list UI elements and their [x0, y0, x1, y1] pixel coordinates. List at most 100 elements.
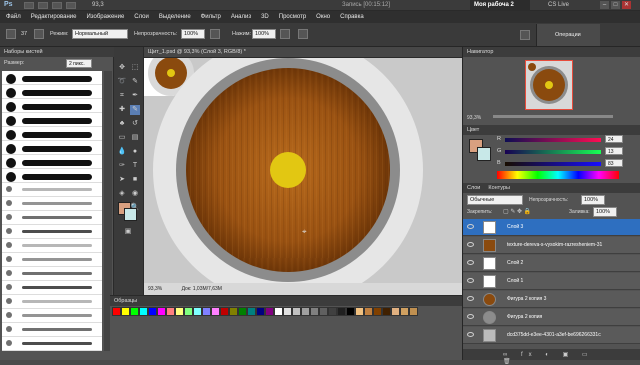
layer-row[interactable]: Фигура 2 копия	[463, 309, 640, 326]
status-zoom[interactable]: 93,3%	[148, 286, 162, 292]
navigator-title[interactable]: Навигатор	[463, 47, 640, 57]
visibility-eye-icon[interactable]	[467, 296, 474, 301]
operations-panel-button[interactable]: Операции	[536, 24, 600, 46]
brush-size-field[interactable]: 2 пикс.	[66, 59, 92, 68]
color-swatch[interactable]	[139, 307, 148, 316]
layer-name[interactable]: Фигура 2 копия 3	[507, 296, 546, 302]
eraser-tool-icon[interactable]: ▭	[117, 133, 127, 143]
layer-name[interactable]: Слой 2	[507, 260, 523, 266]
navigator-zoom-slider[interactable]	[493, 115, 613, 118]
menu-file[interactable]: Файл	[6, 14, 21, 20]
color-swatch[interactable]	[130, 307, 139, 316]
workspace-switcher[interactable]: Моя рабоча 2	[470, 0, 530, 11]
tab-layers[interactable]: Слои	[467, 185, 480, 191]
color-swatch[interactable]	[238, 307, 247, 316]
color-swatch[interactable]	[337, 307, 346, 316]
color-swatch[interactable]	[346, 307, 355, 316]
clone-stamp-icon[interactable]: ♣	[117, 119, 127, 129]
menu-layers[interactable]: Слои	[134, 14, 149, 20]
brush-preset-row[interactable]	[2, 71, 102, 85]
marquee-tool-icon[interactable]: ⬚	[130, 63, 140, 73]
color-swatch[interactable]	[211, 307, 220, 316]
layer-name[interactable]: Слой 3	[507, 224, 523, 230]
brush-preset-row[interactable]	[2, 309, 102, 323]
grid-icon[interactable]	[52, 2, 62, 9]
color-swatch[interactable]	[184, 307, 193, 316]
color-b-slider[interactable]	[505, 162, 601, 166]
color-swatch[interactable]	[247, 307, 256, 316]
brush-tool-icon[interactable]: ✎	[130, 105, 140, 115]
color-spectrum-bar[interactable]	[497, 171, 619, 179]
color-r-value[interactable]: 24	[605, 135, 623, 143]
brush-preset-icon[interactable]	[6, 29, 16, 39]
brush-preset-row[interactable]	[2, 127, 102, 141]
cs-live-button[interactable]: CS Live	[548, 2, 569, 8]
blur-tool-icon[interactable]: 💧	[117, 147, 127, 157]
color-swatch[interactable]	[229, 307, 238, 316]
brush-list[interactable]	[2, 71, 102, 351]
brush-preset-row[interactable]	[2, 113, 102, 127]
quick-select-icon[interactable]: ✎	[130, 77, 140, 87]
brush-preset-row[interactable]	[2, 99, 102, 113]
visibility-eye-icon[interactable]	[467, 224, 474, 229]
color-swatch[interactable]	[355, 307, 364, 316]
brush-preset-row[interactable]	[2, 239, 102, 253]
close-button[interactable]: ✕	[622, 1, 631, 9]
brush-preset-row[interactable]	[2, 323, 102, 337]
menu-edit[interactable]: Редактирование	[31, 14, 77, 20]
color-swatch[interactable]	[382, 307, 391, 316]
move-tool-icon[interactable]: ✥	[117, 63, 127, 73]
eyedropper-icon[interactable]: ✒	[130, 91, 140, 101]
menu-window[interactable]: Окно	[316, 14, 330, 20]
visibility-eye-icon[interactable]	[467, 314, 474, 319]
minimize-button[interactable]: –	[600, 1, 609, 9]
3d-rotate-icon[interactable]: ◈	[117, 189, 127, 199]
zoom-level[interactable]: 93,3	[92, 2, 104, 8]
brush-preset-row[interactable]	[2, 155, 102, 169]
airbrush-icon[interactable]	[280, 29, 290, 39]
color-swatch[interactable]	[256, 307, 265, 316]
layer-name[interactable]: Фигура 2 копия	[507, 314, 542, 320]
color-swatch[interactable]	[328, 307, 337, 316]
color-swatch[interactable]	[148, 307, 157, 316]
quick-mask-icon[interactable]: ▣	[123, 227, 133, 237]
menu-3d[interactable]: 3D	[261, 14, 269, 20]
color-b-value[interactable]: 83	[605, 159, 623, 167]
color-swatch[interactable]	[373, 307, 382, 316]
visibility-eye-icon[interactable]	[467, 242, 474, 247]
brush-preset-row[interactable]	[2, 183, 102, 197]
brush-panel-toggle-icon[interactable]	[34, 29, 44, 39]
opacity-field[interactable]: 100%	[181, 29, 205, 39]
layer-row[interactable]: Слой 3	[463, 219, 640, 236]
mode-select[interactable]: Нормальный	[72, 29, 128, 39]
shape-tool-icon[interactable]: ■	[130, 175, 140, 185]
color-bg-swatch[interactable]	[477, 147, 491, 161]
swatch-row[interactable]	[112, 307, 418, 316]
brush-preset-row[interactable]	[2, 169, 102, 183]
flow-field[interactable]: 100%	[252, 29, 276, 39]
hand-icon[interactable]	[66, 2, 76, 9]
menu-view[interactable]: Просмотр	[279, 14, 306, 20]
color-swatch[interactable]	[193, 307, 202, 316]
brush-preset-row[interactable]	[2, 281, 102, 295]
layer-row[interactable]: Фигура 2 копия 3	[463, 291, 640, 308]
gradient-tool-icon[interactable]: ▤	[130, 133, 140, 143]
layer-opacity-field[interactable]: 100%	[581, 195, 605, 205]
brush-preset-row[interactable]	[2, 197, 102, 211]
color-swatch[interactable]	[409, 307, 418, 316]
menu-image[interactable]: Изображение	[86, 14, 124, 20]
color-swatch[interactable]	[283, 307, 292, 316]
color-swatch[interactable]	[112, 307, 121, 316]
brush-preset-row[interactable]	[2, 85, 102, 99]
mini-bridge-icon[interactable]	[38, 2, 48, 9]
tab-paths[interactable]: Контуры	[488, 185, 510, 191]
color-swatch[interactable]	[301, 307, 310, 316]
brush-preset-row[interactable]	[2, 211, 102, 225]
menu-analysis[interactable]: Анализ	[231, 14, 251, 20]
menu-select[interactable]: Выделение	[159, 14, 191, 20]
fill-field[interactable]: 100%	[593, 207, 617, 217]
color-r-slider[interactable]	[505, 138, 601, 142]
visibility-eye-icon[interactable]	[467, 332, 474, 337]
brush-preset-row[interactable]	[2, 141, 102, 155]
3d-camera-icon[interactable]: ◉	[130, 189, 140, 199]
